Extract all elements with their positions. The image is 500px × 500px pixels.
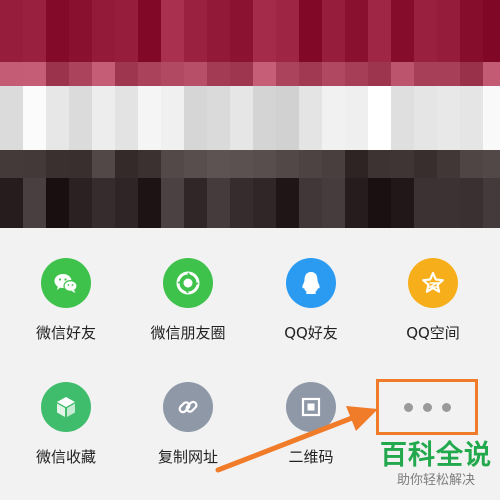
copy-link-button[interactable]: 复制网址 — [128, 382, 248, 482]
blurred-background-image — [0, 0, 500, 228]
share-wechat-friend-button[interactable]: 微信好友 — [6, 258, 126, 358]
qr-code-button[interactable]: 二维码 — [251, 382, 371, 482]
share-wechat-favorites-button[interactable]: 微信收藏 — [6, 382, 126, 482]
watermark-subtitle: 助你轻松解决 — [396, 473, 475, 488]
watermark-title: 百科全说 — [380, 440, 492, 471]
share-wechat-favorites-label: 微信收藏 — [35, 448, 96, 466]
wechat-chat-icon — [41, 258, 91, 308]
favorites-cube-icon — [41, 382, 91, 432]
more-dots-icon — [399, 402, 456, 412]
share-wechat-moments-label: 微信朋友圈 — [150, 324, 226, 342]
wechat-moments-icon — [163, 258, 213, 308]
share-qq-friend-button[interactable]: QQ好友 — [251, 258, 371, 358]
share-qzone-button[interactable]: QQ空间 — [373, 258, 493, 358]
link-icon — [163, 382, 213, 432]
watermark-logo: 百科全说 助你轻松解决 — [376, 440, 496, 490]
qzone-star-icon — [408, 258, 458, 308]
share-qq-friend-label: QQ好友 — [284, 324, 338, 342]
copy-link-label: 复制网址 — [157, 448, 218, 466]
share-qzone-label: QQ空间 — [406, 324, 460, 342]
qr-code-icon — [286, 382, 336, 432]
qq-icon — [286, 258, 336, 308]
qr-code-label: 二维码 — [288, 448, 334, 466]
more-options-button[interactable] — [376, 379, 478, 435]
share-wechat-friend-label: 微信好友 — [35, 324, 96, 342]
share-wechat-moments-button[interactable]: 微信朋友圈 — [128, 258, 248, 358]
